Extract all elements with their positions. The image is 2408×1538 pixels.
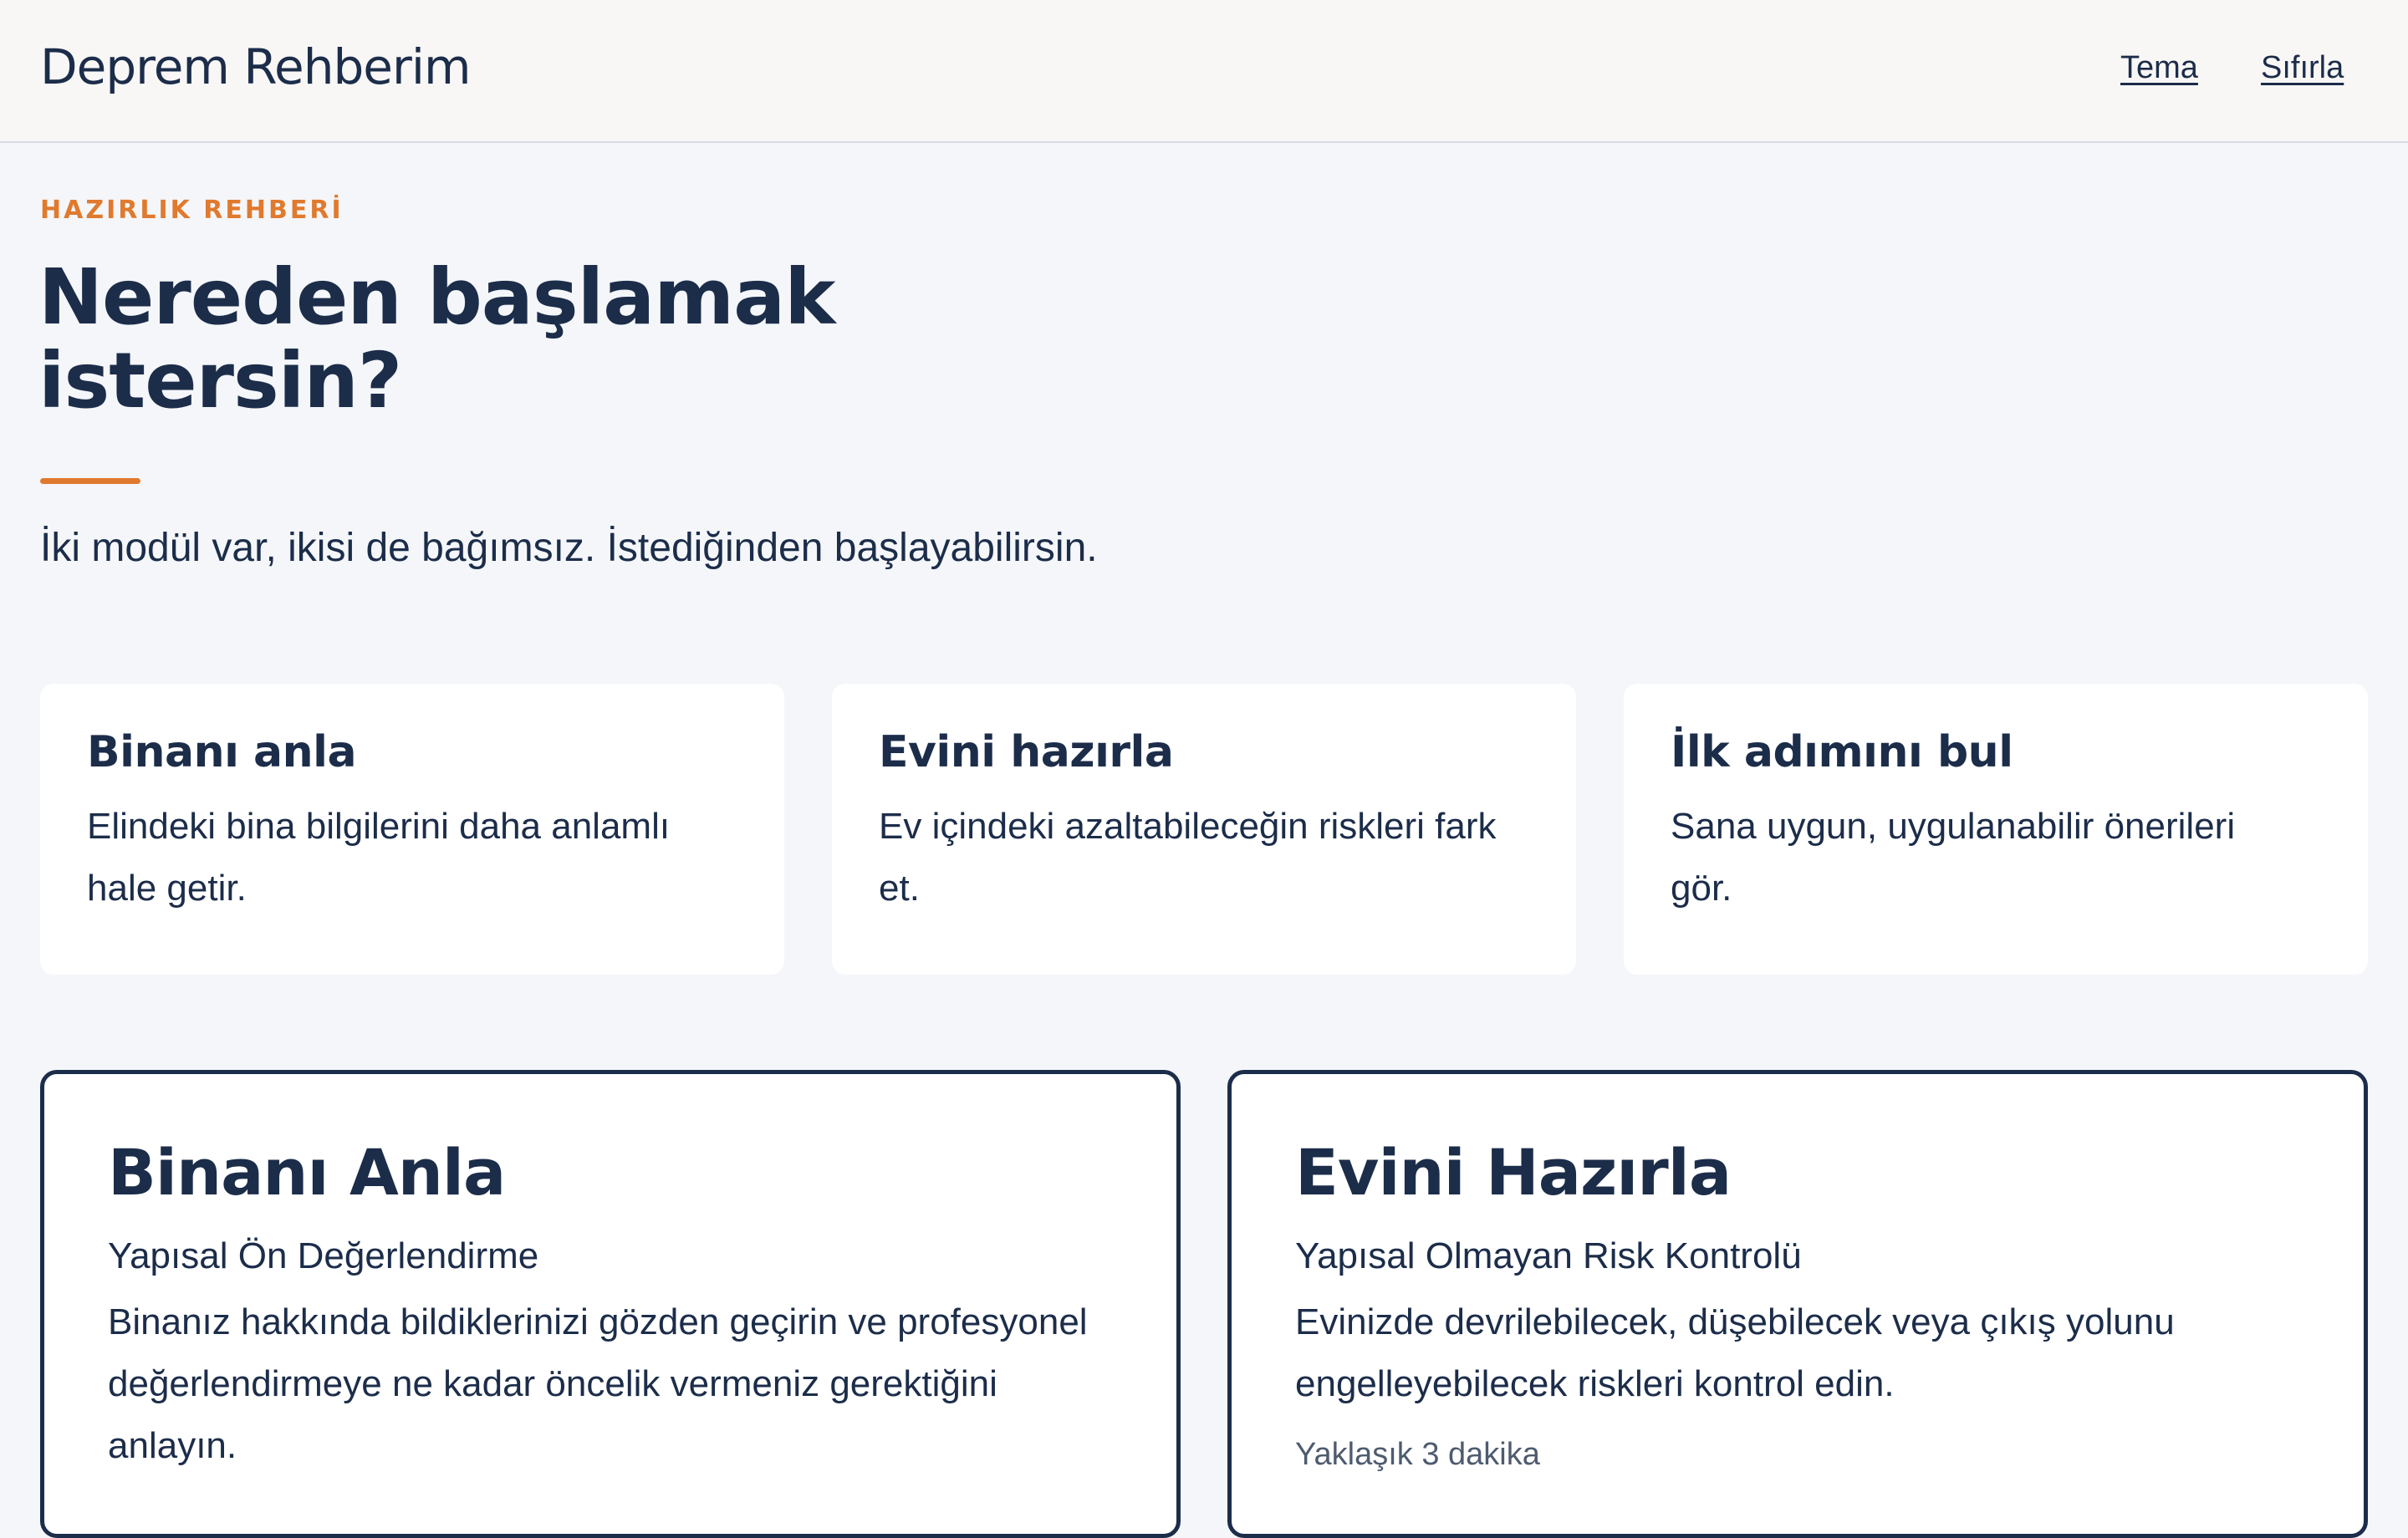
module-title: Evini Hazırla	[1295, 1135, 1732, 1210]
info-card-title: İlk adımını bul	[1671, 727, 2013, 777]
module-card-building[interactable]: Binanı Anla Yapısal Ön Değerlendirme Bin…	[40, 1070, 1181, 1538]
reset-link[interactable]: Sıfırla	[2261, 50, 2344, 86]
info-card-home: Evini hazırla Ev içindeki azaltabileceği…	[832, 684, 1576, 975]
module-title: Binanı Anla	[108, 1135, 506, 1210]
section-eyebrow: HAZIRLIK REHBERİ	[40, 196, 344, 225]
page-lead: İki modül var, ikisi de bağımsız. İstedi…	[40, 526, 1098, 570]
accent-divider	[40, 478, 140, 484]
info-card-title: Binanı anla	[87, 727, 357, 777]
module-subtitle: Yapısal Ön Değerlendirme	[108, 1235, 539, 1276]
page-title: Nereden başlamak istersin?	[38, 252, 835, 425]
module-card-home[interactable]: Evini Hazırla Yapısal Olmayan Risk Kontr…	[1227, 1070, 2368, 1538]
module-subtitle: Yapısal Olmayan Risk Kontrolü	[1295, 1235, 1802, 1276]
module-duration: Yaklaşık 3 dakika	[1295, 1437, 1540, 1472]
app-header: Deprem Rehberim Tema Sıfırla	[0, 0, 2408, 143]
module-description: Binanız hakkında bildiklerinizi gözden g…	[108, 1301, 1088, 1466]
info-card-text: Elindeki bina bilgilerini daha anlamlı h…	[87, 806, 671, 909]
info-card-building: Binanı anla Elindeki bina bilgilerini da…	[40, 684, 784, 975]
info-card-first-step: İlk adımını bul Sana uygun, uygulanabili…	[1624, 684, 2368, 975]
module-description: Evinizde devrilebilecek, düşebilecek vey…	[1295, 1301, 2175, 1404]
info-card-title: Evini hazırla	[879, 727, 1174, 777]
info-card-text: Ev içindeki azaltabileceğin riskleri far…	[879, 806, 1497, 909]
info-card-text: Sana uygun, uygulanabilir önerileri gör.	[1671, 806, 2236, 909]
theme-link[interactable]: Tema	[2120, 50, 2198, 86]
brand-title[interactable]: Deprem Rehberim	[40, 38, 471, 95]
